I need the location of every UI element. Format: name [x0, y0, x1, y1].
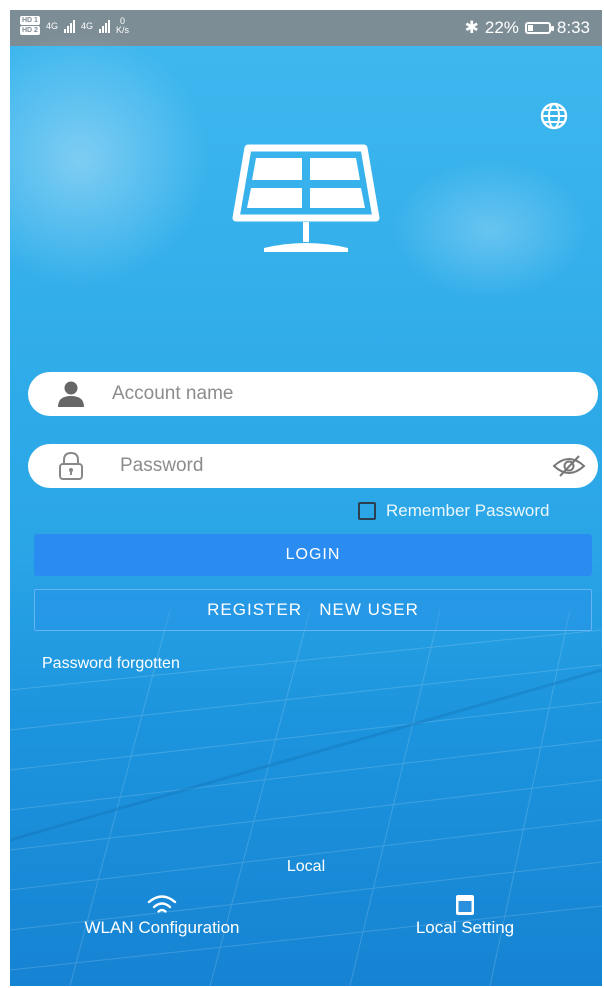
hd1-badge: HD 1 [20, 16, 40, 25]
app-screen: HD 1 HD 2 4G 4G 0 K/s ✱ 22% 8:33 [10, 10, 602, 986]
lock-icon [59, 451, 83, 480]
cloud-haze [390, 160, 590, 300]
hide-password-icon[interactable] [552, 454, 586, 478]
user-icon [58, 381, 84, 407]
battery-fill [527, 25, 533, 31]
login-button[interactable]: LOGIN [34, 534, 592, 576]
login-button-label: LOGIN [285, 546, 341, 563]
register-button-label: REGISTER NEW USER [207, 600, 419, 619]
network-type-2: 4G [80, 20, 93, 31]
password-forgotten-link[interactable]: Password forgotten [42, 655, 180, 673]
battery-icon [524, 22, 554, 34]
wlan-configuration-button[interactable]: WLAN Configuration [62, 890, 262, 938]
local-setting-label: Local Setting [415, 918, 515, 937]
bluetooth-icon: ✱ [464, 18, 479, 37]
status-right: ✱ 22% 8:33 [465, 18, 590, 38]
register-button[interactable]: REGISTER NEW USER [34, 589, 592, 631]
wifi-icon [147, 895, 177, 913]
battery-percent: 22% [484, 18, 519, 37]
remember-checkbox[interactable] [358, 502, 376, 520]
local-section-label: Local [286, 858, 326, 875]
wlan-label: WLAN Configuration [84, 918, 240, 937]
sky-glow [10, 30, 210, 290]
remember-label: Remember Password [386, 501, 550, 520]
local-setting-button[interactable]: Local Setting [390, 890, 540, 938]
calculator-icon [456, 895, 474, 915]
globe-icon[interactable] [540, 102, 568, 130]
password-field[interactable] [28, 444, 598, 488]
solar-panel-icon [226, 142, 386, 260]
network-type-1: 4G [45, 20, 58, 31]
account-input[interactable] [110, 382, 598, 406]
password-input[interactable] [118, 454, 552, 478]
account-field[interactable] [28, 372, 598, 416]
remember-password[interactable]: Remember Password [358, 501, 549, 521]
clock: 8:33 [556, 18, 590, 37]
